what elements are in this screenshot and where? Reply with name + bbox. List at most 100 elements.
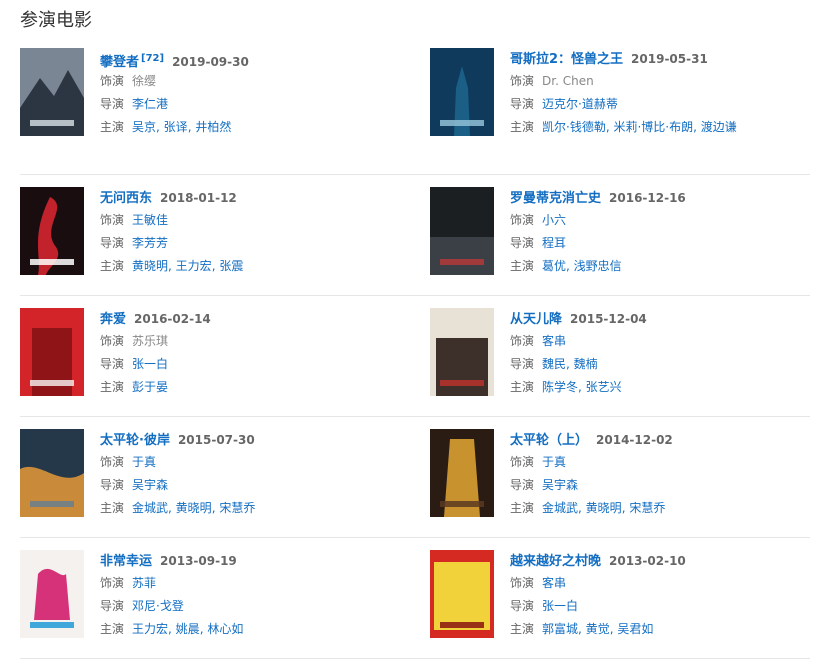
cast-link[interactable]: 陈学冬 <box>542 380 578 394</box>
role-name[interactable]: 于真 <box>132 455 156 469</box>
director-list: 程耳 <box>542 236 566 250</box>
role-name[interactable]: 客串 <box>542 576 566 590</box>
movie-title-link[interactable]: 罗曼蒂克消亡史 <box>510 191 601 206</box>
cast-link[interactable]: 吴君如 <box>617 622 653 636</box>
movie-title-link[interactable]: 越来越好之村晚 <box>510 554 601 569</box>
cast-label: 主演 <box>510 501 535 515</box>
director-link[interactable]: 张一白 <box>132 357 168 371</box>
role-label: 饰演 <box>510 334 535 348</box>
separator: , <box>578 501 586 515</box>
cast-list: 彭于晏 <box>132 380 168 394</box>
role-name[interactable]: 于真 <box>542 455 566 469</box>
director-link[interactable]: 吴宇森 <box>132 478 168 492</box>
release-date: 2015-12-04 <box>570 312 647 326</box>
movie-poster[interactable] <box>20 550 84 638</box>
cast-link[interactable]: 宋慧乔 <box>219 501 255 515</box>
movie-poster[interactable] <box>430 429 494 517</box>
cast-link[interactable]: 黄觉 <box>586 622 610 636</box>
director-link[interactable]: 邓尼·戈登 <box>132 599 184 613</box>
movie-item: 太平轮·彼岸 2015-07-30 饰演 于真 导演 吴宇森 主演 金城武, 黄晓明, 宋慧乔 <box>20 429 400 529</box>
movie-title-link[interactable]: 太平轮（上） <box>510 433 588 448</box>
movie-row: 太平轮·彼岸 2015-07-30 饰演 于真 导演 吴宇森 主演 金城武, 黄晓明, 宋慧乔… <box>20 417 810 538</box>
movie-poster[interactable] <box>20 187 84 275</box>
role-name[interactable]: 苏菲 <box>132 576 156 590</box>
cast-link[interactable]: 吴京 <box>132 120 156 134</box>
movie-title-link[interactable]: 太平轮·彼岸 <box>100 433 170 448</box>
cast-link[interactable]: 金城武 <box>132 501 168 515</box>
movie-item: 太平轮（上） 2014-12-02 饰演 于真 导演 吴宇森 主演 金城武, 黄晓明, 宋慧乔 <box>430 429 810 529</box>
director-label: 导演 <box>510 599 535 613</box>
director-field: 导演 张一白 <box>510 595 810 618</box>
cast-field: 主演 王力宏, 姚晨, 林心如 <box>100 618 400 641</box>
title-line: 哥斯拉2：怪兽之王 2019-05-31 <box>510 48 810 70</box>
director-label: 导演 <box>510 478 535 492</box>
movie-title-link[interactable]: 非常幸运 <box>100 554 152 569</box>
role-label: 饰演 <box>100 213 125 227</box>
cast-link[interactable]: 井柏然 <box>195 120 231 134</box>
cast-label: 主演 <box>100 380 125 394</box>
director-label: 导演 <box>100 236 125 250</box>
cast-link[interactable]: 凯尔·钱德勒 <box>542 120 606 134</box>
director-link[interactable]: 李芳芳 <box>132 236 168 250</box>
role-label: 饰演 <box>100 576 125 590</box>
cast-link[interactable]: 彭于晏 <box>132 380 168 394</box>
movie-poster[interactable] <box>20 48 84 136</box>
movie-poster[interactable] <box>430 550 494 638</box>
cast-link[interactable]: 黄晓明 <box>132 259 168 273</box>
cast-link[interactable]: 郭富城 <box>542 622 578 636</box>
movie-title-link[interactable]: 攀登者 <box>100 55 139 70</box>
movie-poster[interactable] <box>20 308 84 396</box>
cast-link[interactable]: 张震 <box>219 259 243 273</box>
separator: , <box>168 259 176 273</box>
movie-poster[interactable] <box>20 429 84 517</box>
role-field: 饰演 于真 <box>100 451 400 474</box>
director-link[interactable]: 李仁港 <box>132 97 168 111</box>
release-date: 2018-01-12 <box>160 191 237 205</box>
director-link[interactable]: 魏民 <box>542 357 566 371</box>
cast-link[interactable]: 金城武 <box>542 501 578 515</box>
release-date: 2013-02-10 <box>609 554 686 568</box>
director-label: 导演 <box>100 599 125 613</box>
cast-list: 郭富城, 黄觉, 吴君如 <box>542 622 653 636</box>
movie-poster[interactable] <box>430 48 494 136</box>
cast-link[interactable]: 浅野忠信 <box>574 259 622 273</box>
movie-title-link[interactable]: 哥斯拉2：怪兽之王 <box>510 52 623 67</box>
cast-link[interactable]: 渡边谦 <box>701 120 737 134</box>
director-link[interactable]: 吴宇森 <box>542 478 578 492</box>
cast-link[interactable]: 宋慧乔 <box>629 501 665 515</box>
cast-label: 主演 <box>510 380 535 394</box>
cast-link[interactable]: 张艺兴 <box>586 380 622 394</box>
cast-link[interactable]: 王力宏 <box>176 259 212 273</box>
role-field: 饰演 客串 <box>510 330 810 353</box>
director-link[interactable]: 程耳 <box>542 236 566 250</box>
movie-poster[interactable] <box>430 308 494 396</box>
director-field: 导演 程耳 <box>510 232 810 255</box>
movie-poster[interactable] <box>430 187 494 275</box>
cast-link[interactable]: 葛优 <box>542 259 566 273</box>
cast-list: 王力宏, 姚晨, 林心如 <box>132 622 243 636</box>
cast-label: 主演 <box>510 622 535 636</box>
director-list: 李芳芳 <box>132 236 168 250</box>
movie-title-link[interactable]: 无问西东 <box>100 191 152 206</box>
cast-link[interactable]: 王力宏 <box>132 622 168 636</box>
cast-link[interactable]: 姚晨 <box>176 622 200 636</box>
role-field: 饰演 王敏佳 <box>100 209 400 232</box>
cast-link[interactable]: 林心如 <box>207 622 243 636</box>
cast-link[interactable]: 黄晓明 <box>586 501 622 515</box>
role-name[interactable]: 王敏佳 <box>132 213 168 227</box>
reference-link[interactable]: [72] <box>141 53 164 64</box>
cast-link[interactable]: 米莉·博比·布朗 <box>613 120 693 134</box>
cast-list: 金城武, 黄晓明, 宋慧乔 <box>132 501 255 515</box>
movie-title-link[interactable]: 奔爱 <box>100 312 126 327</box>
role-name[interactable]: 客串 <box>542 334 566 348</box>
director-link[interactable]: 张一白 <box>542 599 578 613</box>
director-field: 导演 张一白 <box>100 353 400 376</box>
cast-link[interactable]: 张译 <box>164 120 188 134</box>
director-label: 导演 <box>100 478 125 492</box>
role-name[interactable]: 小六 <box>542 213 566 227</box>
role-name: Dr. Chen <box>542 74 594 88</box>
movie-title-link[interactable]: 从天儿降 <box>510 312 562 327</box>
director-link[interactable]: 魏楠 <box>574 357 598 371</box>
cast-link[interactable]: 黄晓明 <box>176 501 212 515</box>
director-link[interactable]: 迈克尔·道赫蒂 <box>542 97 618 111</box>
